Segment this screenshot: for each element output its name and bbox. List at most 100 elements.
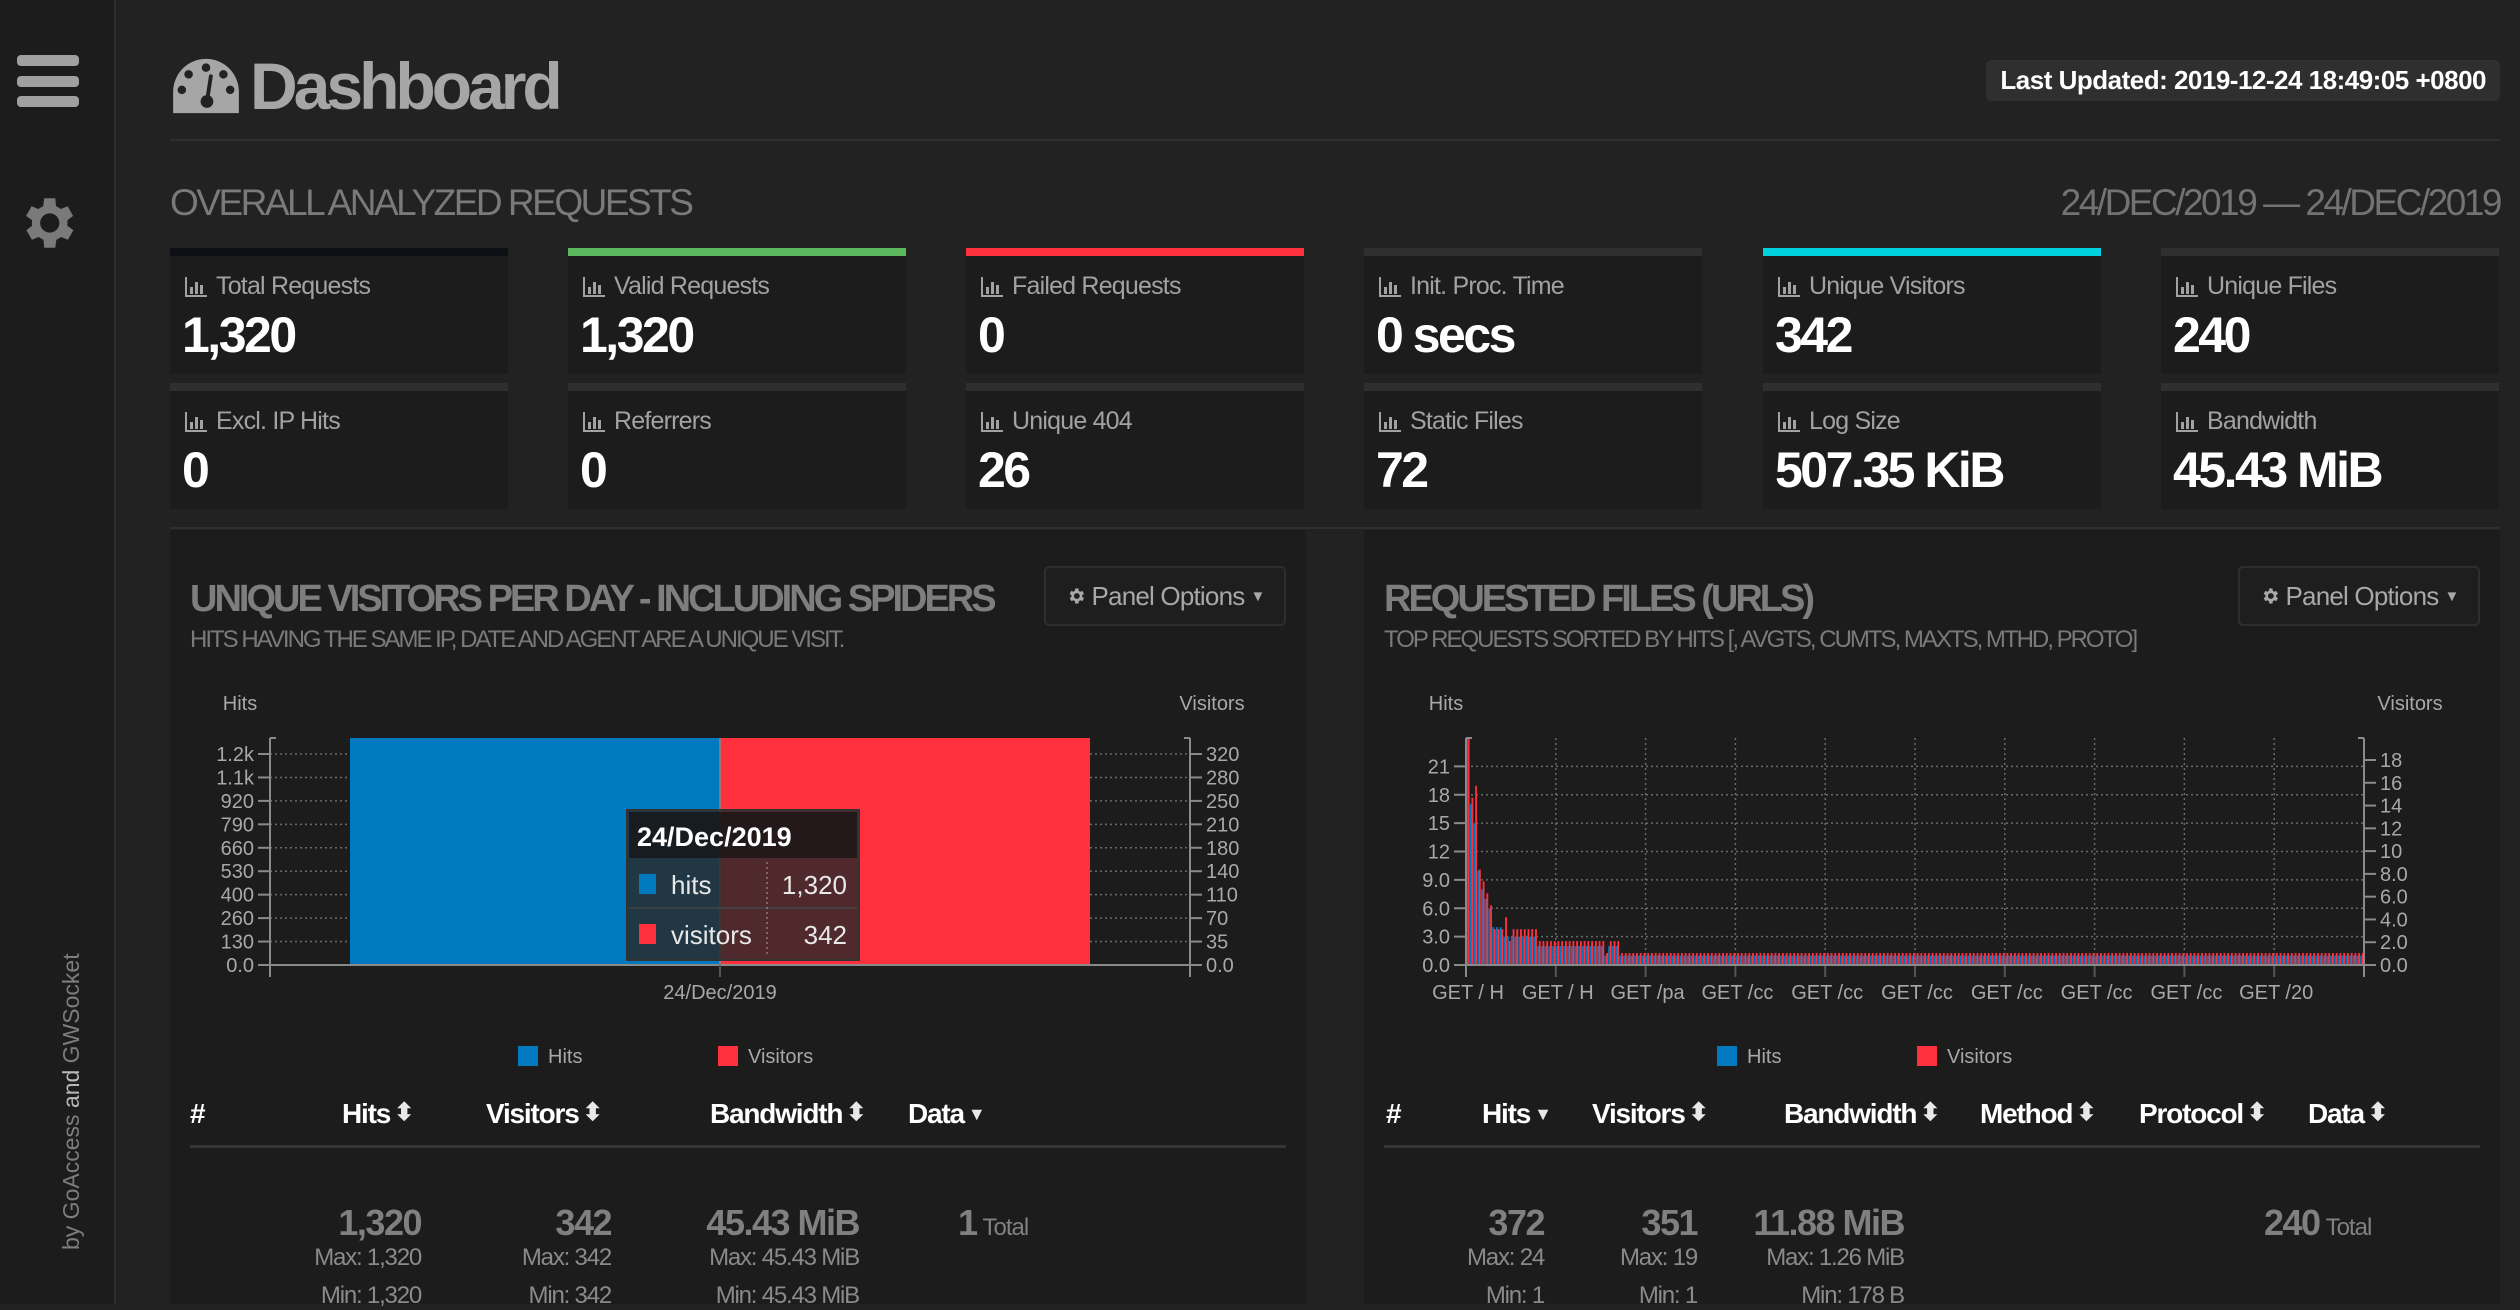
bar-visitors	[1467, 738, 1470, 965]
bar-visitors	[2279, 953, 2282, 965]
bar-visitors	[2328, 953, 2331, 965]
sort-desc-icon[interactable]: ▼	[1534, 1104, 1552, 1124]
y-tick-label-right: 35	[1206, 932, 1228, 954]
column-header-hits[interactable]: Hits ▼	[1482, 1098, 1552, 1130]
sort-both-icon[interactable]: ⬍	[2247, 1099, 2267, 1126]
bar-hits	[1671, 955, 1674, 965]
card-label: Excl. IP Hits	[184, 407, 341, 436]
bar-hits	[1802, 955, 1805, 965]
bar-hits	[1589, 946, 1592, 965]
bar-visitors	[1606, 953, 1608, 965]
bar-visitors	[2062, 953, 2065, 965]
bar-hits	[2038, 955, 2041, 965]
bar-visitors	[1654, 953, 1657, 965]
sort-both-icon[interactable]: ⬍	[394, 1099, 414, 1126]
column-header-visitors[interactable]: Visitors ⬍	[1592, 1098, 1709, 1130]
bar-hits	[1656, 955, 1659, 965]
bar-hits	[1608, 946, 1611, 965]
bar-hits	[2165, 955, 2168, 965]
gwsocket-link[interactable]: GWSocket	[58, 953, 84, 1063]
column-header-method[interactable]: Method ⬍	[1980, 1098, 2096, 1130]
bar-visitors	[2148, 953, 2151, 965]
bar-hits	[1862, 955, 1865, 965]
y-tick-label-left: 6.0	[1422, 898, 1450, 920]
bar-hits	[1986, 955, 1988, 965]
sort-both-icon[interactable]: ⬍	[583, 1099, 603, 1126]
bar-hits	[2345, 955, 2348, 965]
bar-chart-icon	[2176, 276, 2198, 297]
bar-visitors	[2201, 953, 2203, 965]
column-header-data[interactable]: Data ⬍	[2308, 1098, 2388, 1130]
column-header-label: Visitors	[486, 1098, 580, 1129]
bar-visitors	[1692, 953, 1695, 965]
column-header-bandwidth[interactable]: Bandwidth ⬍	[710, 1098, 866, 1130]
sort-both-icon[interactable]: ⬍	[2368, 1099, 2388, 1126]
gear-icon[interactable]	[14, 190, 80, 256]
bar-hits	[1918, 955, 1921, 965]
bar-hits	[1937, 955, 1940, 965]
bar-hits	[2330, 955, 2333, 965]
sort-both-icon[interactable]: ⬍	[1689, 1099, 1709, 1126]
bar-visitors	[2103, 953, 2106, 965]
bar-hits	[1870, 955, 1872, 965]
bar-visitors	[1602, 941, 1605, 965]
tooltip-series-visitors: visitors	[671, 920, 752, 950]
bar-visitors	[2313, 953, 2316, 965]
bar-visitors	[2092, 953, 2095, 965]
bar-visitors	[2156, 953, 2159, 965]
bar-hits	[1866, 955, 1869, 965]
panel-options-button[interactable]: Panel Options ▼	[2238, 566, 2480, 626]
overall-section-title: OVERALL ANALYZED REQUESTS	[170, 182, 694, 223]
bar-hits	[1922, 955, 1925, 965]
column-header-hits[interactable]: Hits ⬍	[342, 1098, 414, 1130]
y-tick-label-right: 180	[1206, 838, 1239, 860]
bar-visitors	[1789, 953, 1792, 965]
bar-hits	[1971, 955, 1973, 965]
bar-visitors	[1508, 941, 1511, 965]
bar-visitors	[1564, 941, 1567, 965]
bar-hits	[1855, 955, 1858, 965]
bar-hits	[1697, 955, 1700, 965]
summary-hits-max: Max: 1,320	[314, 1244, 422, 1271]
card-label: Valid Requests	[582, 272, 770, 301]
bar-hits	[1555, 946, 1558, 965]
y-tick-label-right: 0.0	[1206, 955, 1234, 977]
bar-hits	[1585, 946, 1588, 965]
card-label: Failed Requests	[980, 272, 1181, 301]
bar-visitors	[2058, 953, 2061, 965]
sort-both-icon[interactable]: ⬍	[846, 1099, 866, 1126]
card-label-text: Init. Proc. Time	[1410, 272, 1565, 300]
card-label: Bandwidth	[2175, 407, 2317, 436]
bar-visitors	[1490, 905, 1493, 965]
column-header-bandwidth[interactable]: Bandwidth ⬍	[1784, 1098, 1940, 1130]
sort-both-icon[interactable]: ⬍	[2076, 1099, 2096, 1126]
column-header-data[interactable]: Data ▼	[908, 1098, 986, 1130]
bar-visitors	[1643, 953, 1646, 965]
bar-visitors	[1587, 941, 1590, 965]
hamburger-menu-icon[interactable]	[17, 55, 79, 111]
bar-visitors	[1845, 953, 1848, 965]
bar-visitors	[1662, 953, 1665, 965]
stat-card-log-size: Log Size 507.35 KiB	[1763, 383, 2101, 509]
goaccess-link[interactable]: GoAccess	[58, 1114, 84, 1219]
bar-hits	[2311, 955, 2314, 965]
bar-hits	[1615, 946, 1618, 965]
bar-hits	[2251, 955, 2254, 965]
legend-label-hits: Hits	[1747, 1046, 1781, 1068]
bar-visitors	[2320, 953, 2323, 965]
bar-hits	[1888, 955, 1891, 965]
bar-hits	[1683, 955, 1685, 965]
bar-visitors	[2088, 953, 2091, 965]
summary-bandwidth: 11.88 MiB	[1753, 1202, 1905, 1243]
column-header-protocol[interactable]: Protocol ⬍	[2139, 1098, 2267, 1130]
bar-chart-icon	[583, 411, 605, 432]
bar-visitors	[2167, 953, 2170, 965]
requested-files-chart: Hits Visitors0.03.06.09.0121518210.02.04.…	[1422, 693, 2442, 1068]
panel-subtitle: HITS HAVING THE SAME IP, DATE AND AGENT …	[190, 626, 845, 653]
bar-hits	[2244, 955, 2247, 965]
y-tick-label-right: 4.0	[2380, 909, 2408, 931]
panel-options-button[interactable]: Panel Options ▼	[1044, 566, 1286, 626]
sort-both-icon[interactable]: ⬍	[1920, 1099, 1940, 1126]
sort-desc-icon[interactable]: ▼	[968, 1104, 986, 1124]
column-header-visitors[interactable]: Visitors ⬍	[486, 1098, 603, 1130]
